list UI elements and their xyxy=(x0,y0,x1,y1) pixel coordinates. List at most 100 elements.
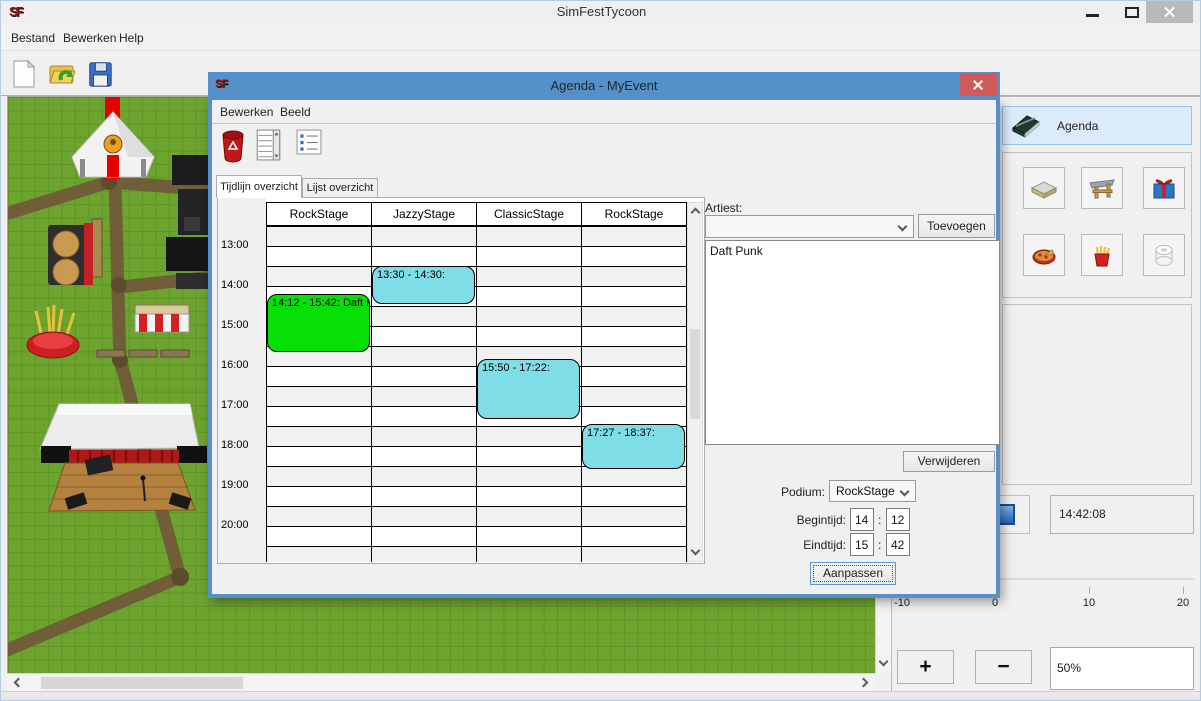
shop-item-gift[interactable] xyxy=(1143,167,1185,209)
podium-label: Podium: xyxy=(745,485,825,499)
time-label: 14:00 xyxy=(221,279,263,291)
new-document-button[interactable] xyxy=(7,56,41,92)
time-label: 16:00 xyxy=(221,359,263,371)
toilet-paper-icon xyxy=(1150,241,1178,269)
podium-dropdown[interactable]: RockStage xyxy=(829,480,916,502)
pizza-icon xyxy=(1030,241,1058,269)
tab-lijst-overzicht[interactable]: Lijst overzicht xyxy=(302,178,378,198)
zoom-level-display: 50% xyxy=(1050,647,1194,690)
menu-help[interactable]: Help xyxy=(113,25,150,51)
fries-icon xyxy=(1088,241,1116,269)
tab-tijdlijn-overzicht[interactable]: Tijdlijn overzicht xyxy=(216,175,302,198)
dialog-title: Agenda - MyEvent xyxy=(208,72,1000,100)
map-horizontal-scrollbar[interactable] xyxy=(7,673,875,691)
artist-dropdown[interactable] xyxy=(705,215,914,238)
agenda-dialog: SF Agenda - MyEvent Bewerken Beeld xyxy=(208,100,1000,598)
time-label: 19:00 xyxy=(221,479,263,491)
timeline-view-button[interactable] xyxy=(256,129,282,161)
window-title: SimFestTycoon xyxy=(1,1,1201,23)
schedule-event[interactable]: 17:27 - 18:37: xyxy=(582,424,685,469)
dialog-menu-bewerken[interactable]: Bewerken xyxy=(214,100,279,124)
schedule-event[interactable]: 15:50 - 17:22: xyxy=(477,359,580,418)
apply-button[interactable]: Aanpassen xyxy=(810,562,896,585)
time-gutter xyxy=(218,198,266,563)
dialog-titlebar[interactable]: SF Agenda - MyEvent xyxy=(208,72,1000,100)
agenda-label: Agenda xyxy=(1057,119,1098,133)
burger-stand xyxy=(48,219,102,285)
main-menubar: Bestand Bewerken Help xyxy=(1,25,1201,51)
agenda-button[interactable]: Agenda xyxy=(1002,106,1192,145)
scroll-down-icon[interactable] xyxy=(691,546,701,556)
slider-tick xyxy=(1183,587,1184,594)
shop-item-fries[interactable] xyxy=(1081,234,1123,276)
stage-header: JazzyStage xyxy=(371,202,477,226)
slider-label: -10 xyxy=(887,597,917,609)
scroll-left-icon[interactable] xyxy=(14,678,24,688)
artist-list[interactable]: Daft Punk xyxy=(705,240,1000,445)
agenda-book-icon xyxy=(1011,112,1041,139)
podium-value: RockStage xyxy=(836,484,895,498)
close-button[interactable] xyxy=(1146,1,1193,23)
stage-header: RockStage xyxy=(266,202,372,226)
event-label: 15:50 - 17:22: xyxy=(478,360,579,374)
shop-item-stage-gate[interactable] xyxy=(1081,167,1123,209)
end-hour-input[interactable] xyxy=(850,533,874,556)
menu-bestand[interactable]: Bestand xyxy=(5,25,61,51)
clock-display: 14:42:08 xyxy=(1050,495,1194,534)
maximize-button[interactable] xyxy=(1125,7,1139,18)
scrollbar-thumb[interactable] xyxy=(41,677,243,689)
time-separator: : xyxy=(878,513,881,527)
equipment xyxy=(166,155,210,289)
window-titlebar: SF SimFestTycoon xyxy=(1,1,1201,23)
info-box xyxy=(1002,304,1192,485)
timeline-view-icon xyxy=(256,129,282,161)
time-label: 20:00 xyxy=(221,519,263,531)
schedule-scrollbar[interactable] xyxy=(687,202,703,562)
dialog-menubar: Bewerken Beeld xyxy=(212,100,996,124)
slider-label: 20 xyxy=(1168,597,1198,609)
shop-items-box xyxy=(1002,152,1192,298)
zoom-in-button[interactable]: + xyxy=(897,650,954,684)
slider-label: 10 xyxy=(1074,597,1104,609)
scroll-down-icon[interactable] xyxy=(879,657,889,667)
end-minute-input[interactable] xyxy=(886,533,910,556)
remove-artist-button[interactable]: Verwijderen xyxy=(903,451,995,472)
event-label: 14:12 - 15:42: Daft Punk xyxy=(268,295,369,309)
schedule-grid: RockStage JazzyStage ClassicStage RockSt… xyxy=(217,197,705,564)
scroll-up-icon[interactable] xyxy=(691,208,701,218)
add-artist-button[interactable]: Toevoegen xyxy=(918,214,995,238)
dialog-toolbar xyxy=(212,124,996,172)
chevron-down-icon xyxy=(898,222,908,232)
time-label: 15:00 xyxy=(221,319,263,331)
delete-event-button[interactable] xyxy=(220,129,246,163)
artist-list-item[interactable]: Daft Punk xyxy=(706,241,999,258)
shop-item-floor-tile[interactable] xyxy=(1023,167,1065,209)
scroll-right-icon[interactable] xyxy=(859,678,869,688)
list-view-icon xyxy=(296,129,322,155)
shop-item-toilet-paper[interactable] xyxy=(1143,234,1185,276)
stage-header: RockStage xyxy=(581,202,687,226)
dialog-menu-beeld[interactable]: Beeld xyxy=(274,100,317,124)
minimize-button[interactable] xyxy=(1086,14,1099,17)
slider-tick xyxy=(1089,587,1090,594)
dialog-close-button[interactable] xyxy=(960,73,997,96)
striped-stand xyxy=(135,305,189,332)
time-label: 17:00 xyxy=(221,399,263,411)
schedule-event[interactable]: 13:30 - 14:30: xyxy=(372,266,475,304)
trash-icon xyxy=(220,129,246,163)
artist-label: Artiest: xyxy=(705,201,742,215)
new-document-icon xyxy=(10,59,38,89)
end-time-label: Eindtijd: xyxy=(766,538,846,552)
list-view-button[interactable] xyxy=(296,129,322,155)
time-label: 13:00 xyxy=(221,239,263,251)
save-button[interactable] xyxy=(83,56,117,92)
begin-minute-input[interactable] xyxy=(886,508,910,531)
save-floppy-icon xyxy=(86,60,114,88)
zoom-out-button[interactable]: − xyxy=(975,650,1032,684)
scrollbar-thumb[interactable] xyxy=(690,329,700,419)
begin-hour-input[interactable] xyxy=(850,508,874,531)
shop-item-pizza[interactable] xyxy=(1023,234,1065,276)
schedule-event[interactable]: 14:12 - 15:42: Daft Punk xyxy=(267,294,370,352)
open-file-button[interactable] xyxy=(45,56,79,92)
schedule-body[interactable]: 14:12 - 15:42: Daft Punk13:30 - 14:30: 15… xyxy=(266,226,687,562)
